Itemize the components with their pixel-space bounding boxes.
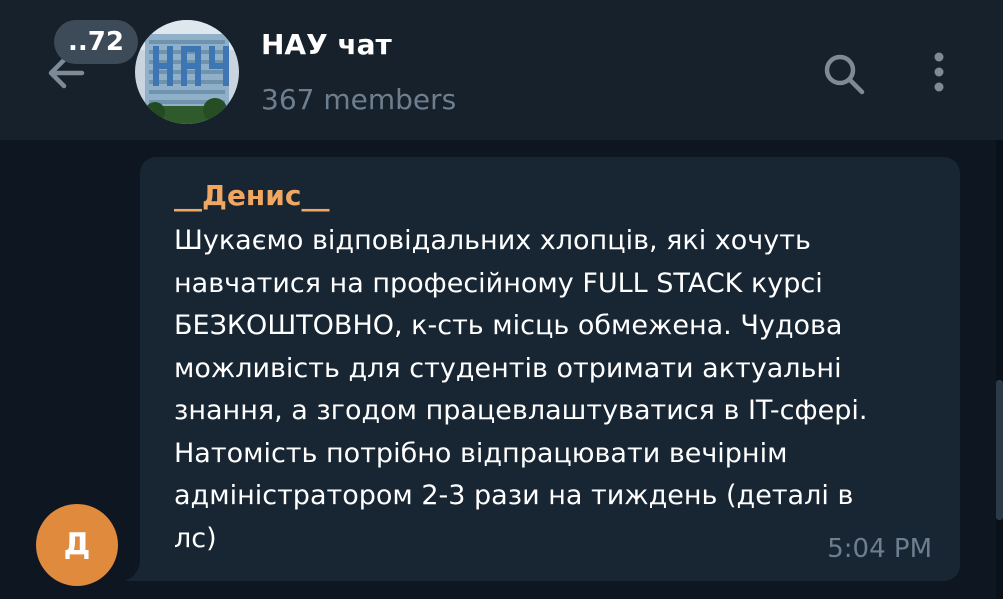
sender-avatar[interactable]: Д <box>36 504 118 586</box>
more-options-button[interactable] <box>925 50 953 96</box>
message-timestamp: 5:04 PM <box>827 534 932 564</box>
scrollbar[interactable] <box>996 140 1003 599</box>
more-vertical-icon <box>934 52 944 92</box>
unread-count-badge: ..72 <box>54 20 138 64</box>
search-button[interactable] <box>820 50 868 98</box>
building-photo <box>135 20 239 124</box>
scrollbar-thumb[interactable] <box>996 380 1003 520</box>
sender-name[interactable]: __Денис__ <box>174 179 330 212</box>
chat-avatar[interactable] <box>135 20 239 124</box>
message-bubble[interactable]: __Денис__ Шукаємо відповідальних хлопців… <box>140 157 960 581</box>
search-icon <box>824 54 865 95</box>
member-count: 367 members <box>261 83 457 116</box>
chat-title[interactable]: НАУ чат <box>261 28 392 61</box>
message-text: Шукаємо відповідальних хлопців, які хочу… <box>174 225 868 554</box>
chat-header: ..72 НАУ чат 367 members <box>0 0 1003 140</box>
